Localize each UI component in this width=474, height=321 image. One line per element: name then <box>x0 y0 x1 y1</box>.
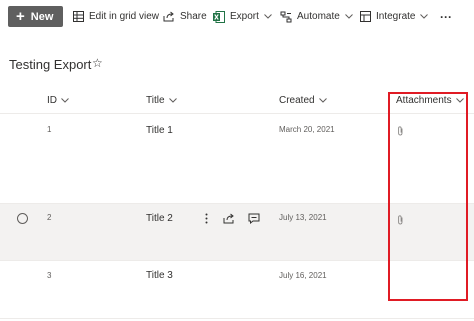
grid-icon <box>73 11 84 22</box>
column-header-title[interactable]: Title <box>146 95 177 106</box>
page-title: Testing Export <box>9 57 92 72</box>
automate-icon <box>280 11 292 22</box>
chevron-down-icon <box>318 98 327 103</box>
table-row[interactable]: 2 Title 2 July 13, 2021 <box>0 204 474 260</box>
column-header-title-label: Title <box>146 95 165 106</box>
share-icon <box>223 213 234 223</box>
cell-id: 1 <box>47 125 52 134</box>
column-header-id-label: ID <box>47 95 57 106</box>
automate-button[interactable]: Automate <box>280 8 358 25</box>
edit-in-grid-view-label: Edit in grid view <box>89 11 160 22</box>
cell-title[interactable]: Title 2 <box>146 213 173 224</box>
automate-label: Automate <box>297 11 340 22</box>
paperclip-icon <box>398 126 403 136</box>
export-label: Export <box>230 11 259 22</box>
vertical-ellipsis-icon <box>205 213 207 223</box>
table-row[interactable]: 1 Title 1 March 20, 2021 <box>0 114 474 203</box>
cell-id: 3 <box>47 271 52 280</box>
column-header-created[interactable]: Created <box>279 95 327 106</box>
cell-id: 2 <box>47 213 52 222</box>
cell-title[interactable]: Title 1 <box>146 125 173 136</box>
new-button[interactable]: + New <box>8 6 63 27</box>
chevron-down-icon <box>264 14 272 19</box>
cell-created: July 16, 2021 <box>279 271 327 280</box>
row-divider <box>0 318 474 319</box>
paperclip-icon <box>398 215 403 225</box>
column-header-attachments[interactable]: Attachments <box>396 95 464 106</box>
integrate-button[interactable]: Integrate <box>360 8 433 25</box>
comment-button[interactable] <box>247 211 261 225</box>
row-select-radio[interactable] <box>17 213 28 224</box>
column-header-created-label: Created <box>279 95 315 106</box>
comment-icon <box>248 213 260 224</box>
cell-title[interactable]: Title 3 <box>146 270 173 281</box>
integrate-icon <box>360 11 371 22</box>
command-bar: + New Edit in grid view Share Export Aut… <box>0 0 474 33</box>
row-share-button[interactable] <box>222 211 236 225</box>
edit-in-grid-view-button[interactable]: Edit in grid view <box>73 8 159 25</box>
chevron-down-icon <box>344 14 353 19</box>
chevron-down-icon <box>420 14 429 19</box>
cell-created: March 20, 2021 <box>279 125 335 134</box>
chevron-down-icon <box>168 98 177 103</box>
export-button[interactable]: Export <box>213 8 277 25</box>
share-icon <box>163 11 174 22</box>
share-label: Share <box>180 11 207 22</box>
more-actions-button[interactable] <box>201 211 211 225</box>
chevron-down-icon <box>61 98 69 103</box>
column-header-attachments-label: Attachments <box>396 95 452 106</box>
cell-attachments <box>397 212 404 230</box>
more-icon: ··· <box>440 9 452 24</box>
chevron-down-icon <box>455 98 464 103</box>
table-row[interactable]: 3 Title 3 July 16, 2021 <box>0 261 474 318</box>
integrate-label: Integrate <box>376 11 416 22</box>
share-button[interactable]: Share <box>163 8 207 25</box>
cell-created: July 13, 2021 <box>279 213 327 222</box>
excel-icon <box>213 10 225 23</box>
new-button-label: New <box>30 10 54 23</box>
cell-attachments <box>397 123 404 141</box>
more-options-button[interactable]: ··· <box>440 8 452 25</box>
column-header-id[interactable]: ID <box>47 95 69 106</box>
plus-icon: + <box>16 8 25 25</box>
favorite-star-icon[interactable]: ☆ <box>92 56 103 70</box>
